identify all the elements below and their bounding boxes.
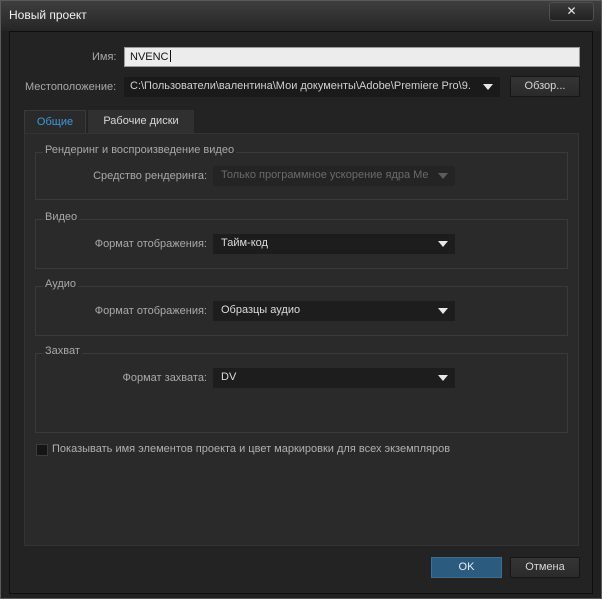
video-display-format-label: Формат отображения: [94, 238, 207, 250]
capture-format-value: DV [221, 371, 237, 383]
audio-display-format-value: Образцы аудио [221, 304, 301, 316]
dialog-body: Имя: NVENC Местоположение: C:\Пользовате… [9, 31, 593, 594]
location-label: Местоположение: [25, 81, 117, 93]
text-caret [169, 50, 171, 62]
chevron-down-icon [438, 241, 448, 247]
renderer-value: Только программное ускорение ядра Me [221, 169, 429, 181]
video-display-format-dropdown[interactable]: Тайм-код [213, 234, 455, 254]
name-input[interactable]: NVENC [124, 47, 580, 67]
chevron-down-icon [438, 375, 448, 381]
ok-button[interactable]: OK [431, 557, 502, 578]
renderer-dropdown: Только программное ускорение ядра Me [213, 166, 455, 186]
chevron-down-icon [438, 173, 448, 179]
audio-group-title: Аудио [43, 278, 79, 290]
cancel-button[interactable]: Отмена [510, 557, 580, 578]
close-icon: ✕ [566, 4, 577, 18]
chevron-down-icon [483, 84, 493, 90]
video-group-title: Видео [43, 211, 80, 223]
capture-format-label: Формат захвата: [122, 372, 207, 384]
dialog-title: Новый проект [9, 8, 87, 22]
render-group: Рендеринг и воспроизведение видео Средст… [35, 144, 568, 200]
audio-display-format-dropdown[interactable]: Образцы аудио [213, 301, 455, 321]
tab-scratch-disks[interactable]: Рабочие диски [88, 110, 194, 133]
video-group: Видео Формат отображения: Тайм-код [35, 211, 568, 269]
browse-button[interactable]: Обзор... [510, 76, 580, 97]
title-bar[interactable]: Новый проект ✕ [1, 1, 601, 31]
show-names-checkbox-label[interactable]: Показывать имя элементов проекта и цвет … [52, 443, 450, 455]
renderer-label: Средство рендеринга: [93, 170, 207, 182]
location-dropdown[interactable]: C:\Пользователи\валентина\Мои документы\… [124, 77, 500, 97]
video-display-format-value: Тайм-код [221, 237, 268, 249]
name-input-value: NVENC [130, 51, 169, 63]
new-project-dialog: Новый проект ✕ Имя: NVENC Местоположение… [0, 0, 602, 599]
location-value: C:\Пользователи\валентина\Мои документы\… [130, 80, 471, 92]
audio-group: Аудио Формат отображения: Образцы аудио [35, 278, 568, 336]
close-button[interactable]: ✕ [549, 2, 594, 21]
audio-display-format-label: Формат отображения: [94, 305, 207, 317]
tab-general[interactable]: Общие [24, 110, 86, 133]
general-tab-panel: Рендеринг и воспроизведение видео Средст… [24, 133, 579, 546]
capture-group-title: Захват [43, 345, 82, 357]
capture-group: Захват Формат захвата: DV [35, 345, 568, 433]
render-group-title: Рендеринг и воспроизведение видео [43, 144, 237, 156]
capture-format-dropdown[interactable]: DV [213, 368, 455, 388]
show-names-checkbox[interactable] [36, 444, 48, 456]
name-label: Имя: [92, 51, 117, 63]
chevron-down-icon [438, 308, 448, 314]
